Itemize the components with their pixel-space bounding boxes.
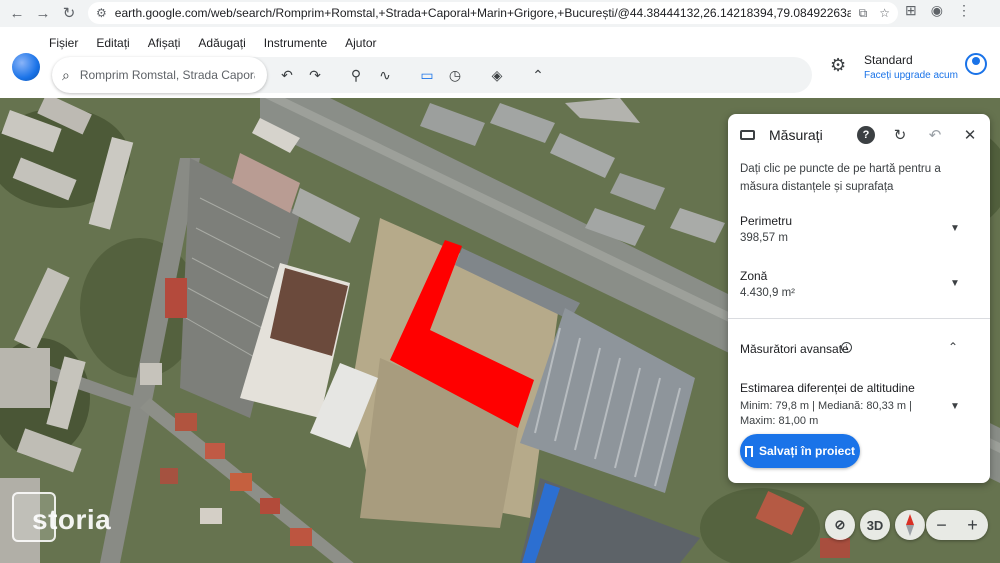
path-icon[interactable]: ∿ bbox=[375, 65, 395, 85]
divider bbox=[728, 318, 990, 319]
search-icon[interactable]: ⌕ bbox=[62, 67, 70, 84]
map-style-selector[interactable]: Standard Faceți upgrade acum bbox=[864, 53, 958, 81]
toolbar: ⌕ ↶ ↷ ⚲ ∿ ▭ ◷ ◈ ⌃ bbox=[52, 57, 812, 93]
info-icon[interactable]: i bbox=[841, 342, 852, 353]
help-icon[interactable]: ? bbox=[857, 126, 875, 144]
account-icon[interactable] bbox=[965, 53, 987, 75]
menu-view[interactable]: Afișați bbox=[148, 36, 181, 50]
back-icon[interactable]: ← bbox=[4, 1, 30, 25]
undo-icon[interactable]: ↶ bbox=[926, 126, 944, 144]
altitude-estimate-title: Estimarea diferenței de altitudine bbox=[740, 381, 915, 395]
map-style-label: Standard bbox=[864, 53, 913, 67]
perimeter-label: Perimetru bbox=[740, 214, 793, 228]
menu-add[interactable]: Adăugați bbox=[198, 36, 245, 50]
close-icon[interactable]: ✕ bbox=[961, 126, 979, 144]
altitude-dropdown-icon[interactable]: ▼ bbox=[950, 401, 960, 412]
forward-icon[interactable]: → bbox=[30, 1, 56, 25]
ruler-icon[interactable]: ▭ bbox=[417, 65, 437, 85]
menu-file[interactable]: Fișier bbox=[49, 36, 78, 50]
perimeter-unit-dropdown-icon[interactable]: ▼ bbox=[950, 223, 960, 234]
earth-logo[interactable] bbox=[12, 53, 40, 81]
zoom-controls: − + bbox=[926, 510, 988, 540]
area-unit-dropdown-icon[interactable]: ▼ bbox=[950, 278, 960, 289]
advanced-measurements-title[interactable]: Măsurători avansate bbox=[740, 342, 849, 356]
menu-help[interactable]: Ajutor bbox=[345, 36, 376, 50]
perimeter-value: 398,57 m bbox=[740, 232, 788, 244]
site-info-icon[interactable]: ⚙ bbox=[96, 6, 107, 20]
bookmark-star-icon[interactable]: ☆ bbox=[879, 6, 890, 21]
reload-icon[interactable]: ↻ bbox=[56, 1, 82, 25]
redo-icon[interactable]: ↷ bbox=[305, 65, 325, 85]
history-icon[interactable]: ◷ bbox=[445, 65, 465, 85]
bookmark-icon bbox=[744, 445, 753, 457]
browser-toolbar: ← → ↻ ⚙ earth.google.com/web/search/Romp… bbox=[0, 0, 1000, 27]
zoom-in-button[interactable]: + bbox=[967, 515, 978, 536]
address-bar[interactable]: ⚙ earth.google.com/web/search/Romprim+Ro… bbox=[88, 2, 898, 24]
menu-bar: Fișier Editați Afișați Adăugați Instrume… bbox=[49, 36, 377, 50]
extensions-icon[interactable]: ⊞ bbox=[905, 2, 917, 19]
profile-icon[interactable]: ◉ bbox=[931, 2, 943, 19]
upgrade-link[interactable]: Faceți upgrade acum bbox=[864, 70, 958, 81]
measure-panel: Măsurați ? ↻ ↶ ✕ Dați clic pe puncte de … bbox=[728, 114, 990, 483]
menu-edit[interactable]: Editați bbox=[96, 36, 129, 50]
search-input[interactable] bbox=[79, 68, 255, 82]
install-app-icon[interactable]: ⧉ bbox=[859, 6, 868, 21]
search-box[interactable]: ⌕ bbox=[52, 57, 267, 93]
compass-icon[interactable] bbox=[895, 510, 925, 540]
storia-watermark: storia bbox=[32, 504, 112, 535]
measure-instructions: Dați clic pe puncte de pe hartă pentru a… bbox=[740, 163, 941, 193]
menu-tools[interactable]: Instrumente bbox=[264, 36, 327, 50]
browser-menu-icon[interactable]: ⋮ bbox=[957, 2, 971, 19]
collapse-icon[interactable]: ⌃ bbox=[528, 65, 548, 85]
undo-icon[interactable]: ↶ bbox=[277, 65, 297, 85]
area-value: 4.430,9 m² bbox=[740, 287, 795, 299]
measure-panel-title: Măsurați bbox=[769, 127, 823, 143]
ruler-icon bbox=[740, 130, 755, 140]
save-to-project-button[interactable]: Salvați în proiect bbox=[740, 434, 860, 468]
zoom-out-button[interactable]: − bbox=[936, 515, 947, 536]
save-to-project-label: Salvați în proiect bbox=[758, 444, 856, 458]
placemark-icon[interactable]: ⚲ bbox=[346, 65, 366, 85]
chevron-up-icon[interactable]: ⌃ bbox=[948, 340, 958, 354]
layers-icon[interactable]: ◈ bbox=[487, 65, 507, 85]
altitude-estimate-detail: Minim: 79,8 m | Mediană: 80,33 m | Maxim… bbox=[740, 400, 913, 427]
area-label: Zonă bbox=[740, 269, 768, 283]
gear-icon[interactable]: ⚙ bbox=[830, 55, 846, 76]
url-text: earth.google.com/web/search/Romprim+Roms… bbox=[114, 6, 851, 20]
earth-header: Fișier Editați Afișați Adăugați Instrume… bbox=[0, 27, 1000, 98]
three-d-toggle-button[interactable]: 3D bbox=[860, 510, 890, 540]
reset-icon[interactable]: ↻ bbox=[891, 126, 909, 144]
street-view-toggle-icon[interactable]: ⊘ bbox=[825, 510, 855, 540]
measure-panel-header: Măsurați ? ↻ ↶ ✕ bbox=[728, 114, 990, 158]
